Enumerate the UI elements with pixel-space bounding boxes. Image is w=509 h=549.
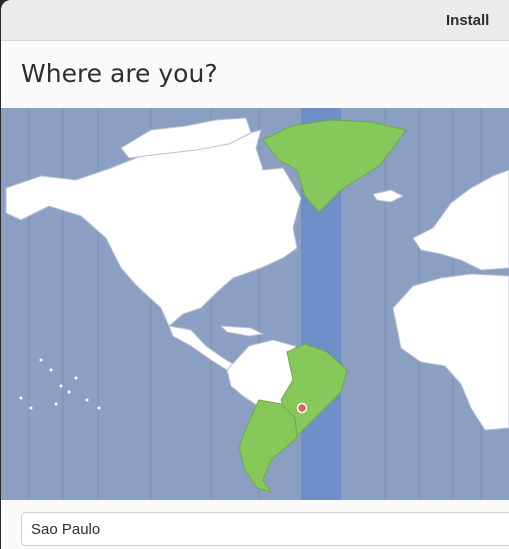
- pacific-islands: [19, 358, 101, 410]
- land-masses: [5, 117, 509, 431]
- iceland: [372, 189, 405, 203]
- central-america: [168, 325, 234, 371]
- location-input[interactable]: [21, 512, 509, 546]
- location-marker[interactable]: [296, 402, 308, 414]
- southern-cone: [238, 399, 298, 493]
- north-america: [5, 129, 302, 327]
- page-title: Where are you?: [21, 59, 218, 88]
- africa: [392, 273, 509, 431]
- caribbean-islands: [219, 325, 265, 337]
- europe: [412, 169, 509, 271]
- title-bar: Install: [1, 0, 509, 41]
- installer-window: Install Where are you?: [1, 0, 509, 549]
- timezone-map[interactable]: [1, 108, 509, 500]
- window-title: Install: [446, 12, 490, 29]
